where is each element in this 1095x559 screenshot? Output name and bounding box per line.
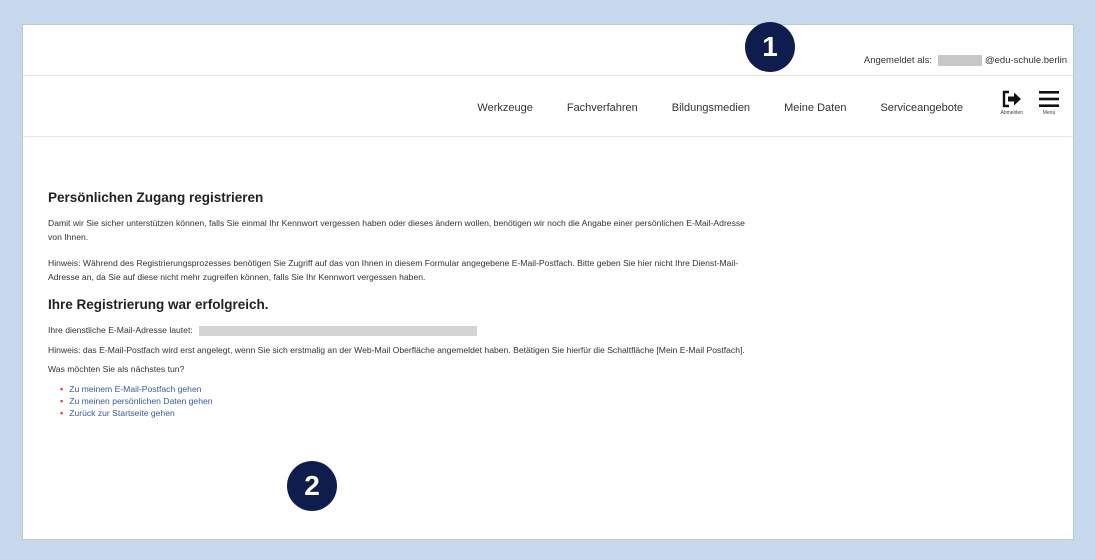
main-content: Persönlichen Zugang registrieren Damit w… (48, 190, 748, 419)
login-domain: @edu-schule.berlin (985, 55, 1067, 66)
postfach-hint: Hinweis: das E-Mail-Postfach wird erst a… (48, 344, 745, 355)
nav-icon-group: Abmelden Menü (1000, 90, 1059, 116)
email-line: Ihre dienstliche E-Mail-Adresse lautet: (48, 324, 748, 338)
link-personal-data[interactable]: Zu meinen persönlichen Daten gehen (69, 395, 212, 407)
list-item: ▪ Zu meinen persönlichen Daten gehen (60, 395, 748, 407)
hamburger-menu-icon (1039, 91, 1059, 107)
menu-button[interactable]: Menü (1039, 90, 1059, 116)
next-step-question: Was möchten Sie als nächstes tun? (48, 364, 185, 374)
logout-label: Abmelden (1000, 110, 1023, 116)
next-step-links: ▪ Zu meinem E-Mail-Postfach gehen ▪ Zu m… (48, 383, 748, 419)
nav-item-serviceangebote[interactable]: Serviceangebote (880, 102, 963, 114)
email-label: Ihre dienstliche E-Mail-Adresse lautet: (48, 325, 193, 335)
logout-icon (1002, 90, 1021, 108)
nav-item-fachverfahren[interactable]: Fachverfahren (567, 102, 638, 114)
bullet-icon: ▪ (60, 407, 64, 418)
main-navigation: Werkzeuge Fachverfahren Bildungsmedien M… (23, 76, 1073, 137)
bullet-icon: ▪ (60, 395, 64, 406)
logout-button[interactable]: Abmelden (1000, 90, 1023, 116)
annotation-marker-2: 2 (287, 461, 337, 511)
menu-label: Menü (1042, 110, 1056, 116)
redacted-email (198, 325, 477, 336)
bullet-icon: ▪ (60, 383, 64, 394)
nav-menu: Werkzeuge Fachverfahren Bildungsmedien M… (443, 102, 963, 114)
nav-item-bildungsmedien[interactable]: Bildungsmedien (672, 102, 750, 114)
annotation-marker-1: 1 (745, 22, 795, 72)
list-item: ▪ Zu meinem E-Mail-Postfach gehen (60, 383, 748, 395)
link-email-postfach[interactable]: Zu meinem E-Mail-Postfach gehen (69, 383, 201, 395)
page-title: Persönlichen Zugang registrieren (48, 190, 264, 205)
intro-text: Damit wir Sie sicher unterstützen können… (48, 218, 745, 242)
login-label: Angemeldet als: (863, 55, 932, 66)
success-title: Ihre Registrierung war erfolgreich. (48, 297, 269, 312)
list-item: ▪ Zurück zur Startseite gehen (60, 407, 748, 419)
link-startseite[interactable]: Zurück zur Startseite gehen (69, 407, 175, 419)
hint-text: Hinweis: Während des Registrierungsproze… (48, 258, 739, 282)
browser-page: Angemeldet als: @edu-schule.berlin Werkz… (22, 24, 1074, 540)
nav-item-meine-daten[interactable]: Meine Daten (784, 102, 846, 114)
nav-item-werkzeuge[interactable]: Werkzeuge (477, 102, 532, 114)
login-info: Angemeldet als: @edu-schule.berlin (864, 55, 1067, 66)
top-bar: Angemeldet als: @edu-schule.berlin (23, 25, 1073, 76)
redacted-username (938, 55, 982, 66)
